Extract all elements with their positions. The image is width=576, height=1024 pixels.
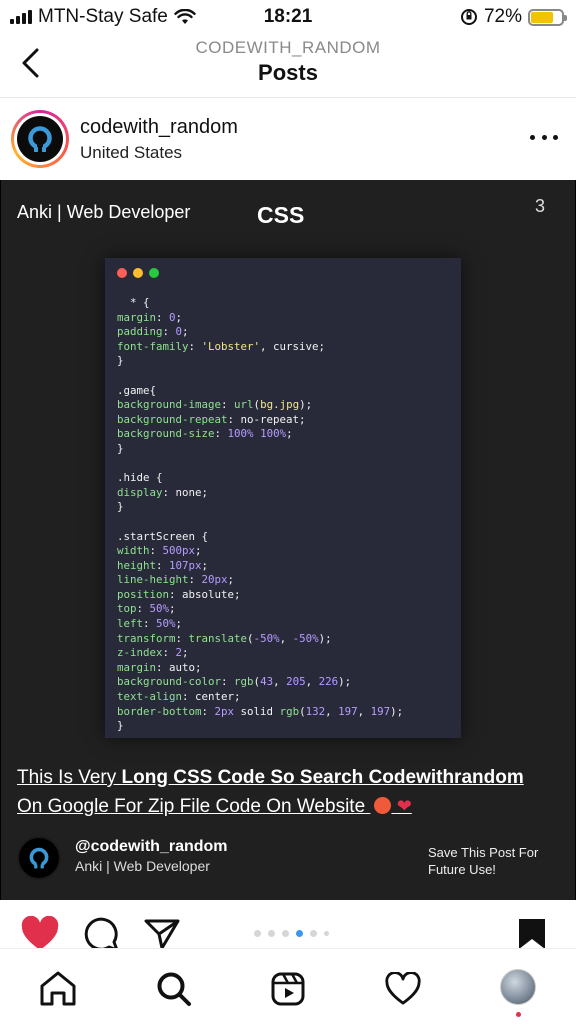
carousel-dot bbox=[254, 930, 261, 937]
post-header: codewith_random United States bbox=[0, 100, 576, 180]
more-dot bbox=[553, 134, 558, 140]
tab-profile-avatar[interactable] bbox=[500, 969, 536, 1005]
carousel-indicator bbox=[254, 930, 329, 937]
status-bar: MTN-Stay Safe 18:21 72% bbox=[0, 0, 576, 34]
heart-emoji-icon: ❤ bbox=[396, 796, 412, 816]
tab-home[interactable] bbox=[38, 969, 78, 1009]
battery-percent: 72% bbox=[483, 6, 522, 27]
window-dot-close bbox=[117, 268, 127, 278]
send-icon bbox=[144, 919, 180, 950]
codewithrandom-logo bbox=[17, 116, 63, 162]
logo-icon bbox=[28, 126, 52, 152]
post-location[interactable]: United States bbox=[80, 143, 182, 163]
page-title: Posts bbox=[258, 60, 318, 85]
tab-search[interactable] bbox=[154, 969, 194, 1009]
image-save-note: Save This Post For Future Use! bbox=[428, 845, 539, 877]
image-footer-logo bbox=[17, 836, 61, 880]
reels-icon bbox=[271, 972, 305, 1006]
css-code-block: * { margin: 0; padding: 0; font-family: … bbox=[117, 296, 404, 733]
logo-icon bbox=[29, 847, 49, 869]
carousel-dot bbox=[310, 930, 317, 937]
heart-filled-icon bbox=[21, 915, 59, 950]
window-controls bbox=[117, 268, 159, 278]
carousel-dot bbox=[282, 930, 289, 937]
page-subtitle: CODEWITH_RANDOM bbox=[195, 38, 381, 57]
tab-reels[interactable] bbox=[268, 969, 308, 1009]
tab-activity[interactable] bbox=[383, 969, 423, 1009]
carousel-dot bbox=[296, 930, 303, 937]
heart-icon bbox=[385, 972, 421, 1005]
image-caption: This Is Very Long CSS Code So Search Cod… bbox=[17, 767, 524, 817]
search-icon bbox=[157, 972, 191, 1006]
story-avatar[interactable] bbox=[11, 110, 69, 168]
window-dot-maximize bbox=[149, 268, 159, 278]
post-actions bbox=[0, 900, 576, 952]
image-footer-handle: @codewith_random bbox=[75, 838, 228, 855]
more-dot bbox=[530, 134, 535, 140]
comment-icon bbox=[84, 917, 119, 952]
home-icon bbox=[40, 971, 76, 1006]
code-window: * { margin: 0; padding: 0; font-family: … bbox=[105, 258, 461, 738]
profile-notification-dot bbox=[516, 1012, 521, 1017]
more-dot bbox=[541, 134, 547, 140]
image-topic: CSS bbox=[257, 202, 305, 228]
angry-face-emoji-icon bbox=[374, 797, 392, 814]
image-author-tag: Anki | Web Developer bbox=[17, 202, 191, 222]
battery-icon bbox=[528, 8, 567, 26]
bottom-tab-bar bbox=[0, 948, 576, 1024]
carousel-dot bbox=[268, 930, 275, 937]
orientation-lock-icon bbox=[460, 9, 477, 25]
post-username[interactable]: codewith_random bbox=[80, 116, 238, 139]
image-page-number: 3 bbox=[534, 196, 545, 216]
post-image[interactable]: Anki | Web Developer CSS 3 * { margin: 0… bbox=[0, 180, 576, 900]
bookmark-filled-icon bbox=[519, 919, 545, 949]
more-options-button[interactable] bbox=[530, 130, 558, 144]
window-dot-minimize bbox=[133, 268, 143, 278]
status-right: 72% bbox=[460, 6, 567, 28]
carousel-dot bbox=[324, 931, 329, 936]
image-footer-role: Anki | Web Developer bbox=[75, 858, 210, 874]
battery-fill bbox=[531, 11, 553, 23]
page-header: CODEWITH_RANDOM Posts bbox=[0, 34, 576, 98]
